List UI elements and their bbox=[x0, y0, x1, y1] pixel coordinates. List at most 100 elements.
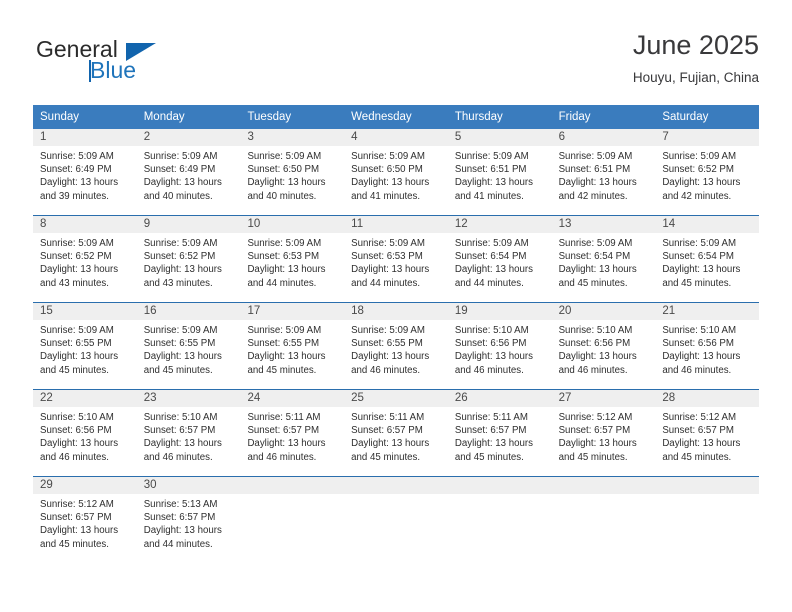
daylight-text-line1: Daylight: 13 hours bbox=[662, 438, 741, 450]
daylight-text-line2: and 45 minutes. bbox=[662, 277, 732, 289]
day-details: Sunrise: 5:09 AM Sunset: 6:55 PM Dayligh… bbox=[240, 320, 344, 377]
day-number: 19 bbox=[447, 303, 552, 320]
sunset-text: Sunset: 6:57 PM bbox=[143, 512, 216, 524]
day-cell[interactable]: 17 Sunrise: 5:09 AM Sunset: 6:55 PM Dayl… bbox=[240, 303, 345, 389]
day-cell[interactable]: 23 Sunrise: 5:10 AM Sunset: 6:57 PM Dayl… bbox=[136, 390, 241, 476]
day-cell[interactable]: 11 Sunrise: 5:09 AM Sunset: 6:53 PM Dayl… bbox=[344, 216, 448, 302]
day-cell[interactable]: 30 Sunrise: 5:13 AM Sunset: 6:57 PM Dayl… bbox=[136, 477, 241, 557]
daylight-text-line2: and 41 minutes. bbox=[454, 190, 524, 202]
day-cell[interactable]: 21 Sunrise: 5:10 AM Sunset: 6:56 PM Dayl… bbox=[655, 303, 760, 389]
sunset-text: Sunset: 6:57 PM bbox=[247, 425, 320, 437]
weekday-header-friday: Friday bbox=[558, 111, 591, 123]
sunset-text: Sunset: 6:52 PM bbox=[662, 164, 734, 176]
daylight-text-line1: Daylight: 13 hours bbox=[40, 177, 119, 189]
day-details: Sunrise: 5:12 AM Sunset: 6:57 PM Dayligh… bbox=[655, 407, 759, 464]
sunrise-text: Sunrise: 5:09 AM bbox=[351, 325, 425, 336]
day-cell[interactable]: 2 Sunrise: 5:09 AM Sunset: 6:49 PM Dayli… bbox=[136, 129, 241, 215]
sunrise-text: Sunrise: 5:09 AM bbox=[558, 238, 633, 249]
general-blue-logo[interactable]: General Blue bbox=[33, 36, 243, 92]
day-cell[interactable]: 27 Sunrise: 5:12 AM Sunset: 6:57 PM Dayl… bbox=[551, 390, 656, 476]
day-cell[interactable]: 7 Sunrise: 5:09 AM Sunset: 6:52 PM Dayli… bbox=[655, 129, 760, 215]
day-cell[interactable]: 9 Sunrise: 5:09 AM Sunset: 6:52 PM Dayli… bbox=[136, 216, 241, 302]
sunset-text: Sunset: 6:51 PM bbox=[558, 164, 631, 176]
day-details: Sunrise: 5:10 AM Sunset: 6:57 PM Dayligh… bbox=[137, 407, 241, 464]
daylight-text-line2: and 45 minutes. bbox=[143, 364, 213, 376]
day-cell[interactable]: 20 Sunrise: 5:10 AM Sunset: 6:56 PM Dayl… bbox=[551, 303, 656, 389]
day-cell[interactable]: 16 Sunrise: 5:09 AM Sunset: 6:55 PM Dayl… bbox=[136, 303, 241, 389]
day-cell[interactable]: 25 Sunrise: 5:11 AM Sunset: 6:57 PM Dayl… bbox=[344, 390, 448, 476]
day-details: Sunrise: 5:11 AM Sunset: 6:57 PM Dayligh… bbox=[240, 407, 344, 464]
daylight-text-line1: Daylight: 13 hours bbox=[662, 264, 741, 276]
day-cell[interactable]: 19 Sunrise: 5:10 AM Sunset: 6:56 PM Dayl… bbox=[447, 303, 552, 389]
sunset-text: Sunset: 6:54 PM bbox=[662, 251, 734, 263]
day-cell[interactable]: 4 Sunrise: 5:09 AM Sunset: 6:50 PM Dayli… bbox=[344, 129, 448, 215]
day-number: 25 bbox=[344, 390, 448, 407]
weekday-header-wednesday: Wednesday bbox=[351, 111, 412, 123]
day-cell[interactable]: 10 Sunrise: 5:09 AM Sunset: 6:53 PM Dayl… bbox=[240, 216, 345, 302]
sunrise-text: Sunrise: 5:09 AM bbox=[247, 151, 322, 162]
sunset-text: Sunset: 6:54 PM bbox=[454, 251, 527, 263]
daylight-text-line2: and 45 minutes. bbox=[454, 451, 524, 463]
sunset-text: Sunset: 6:50 PM bbox=[247, 164, 320, 176]
daylight-text-line1: Daylight: 13 hours bbox=[40, 264, 119, 276]
weekday-header-row: Sunday Monday Tuesday Wednesday Thursday… bbox=[33, 105, 759, 129]
sunrise-text: Sunrise: 5:09 AM bbox=[247, 238, 322, 249]
sunrise-text: Sunrise: 5:11 AM bbox=[351, 412, 425, 423]
day-cell[interactable]: 5 Sunrise: 5:09 AM Sunset: 6:51 PM Dayli… bbox=[447, 129, 552, 215]
week-row: 22 Sunrise: 5:10 AM Sunset: 6:56 PM Dayl… bbox=[33, 389, 760, 476]
daylight-text-line1: Daylight: 13 hours bbox=[558, 264, 637, 276]
daylight-text-line1: Daylight: 13 hours bbox=[143, 351, 222, 363]
day-cell[interactable]: 28 Sunrise: 5:12 AM Sunset: 6:57 PM Dayl… bbox=[655, 390, 760, 476]
weekday-header-monday: Monday bbox=[143, 111, 185, 123]
sunrise-text: Sunrise: 5:10 AM bbox=[454, 325, 529, 336]
day-cell[interactable]: 1 Sunrise: 5:09 AM Sunset: 6:49 PM Dayli… bbox=[33, 129, 137, 215]
day-cell[interactable]: 18 Sunrise: 5:09 AM Sunset: 6:55 PM Dayl… bbox=[344, 303, 448, 389]
day-number: 15 bbox=[33, 303, 137, 320]
day-number: 17 bbox=[240, 303, 345, 320]
day-details: Sunrise: 5:12 AM Sunset: 6:57 PM Dayligh… bbox=[33, 494, 137, 551]
day-cell[interactable]: 13 Sunrise: 5:09 AM Sunset: 6:54 PM Dayl… bbox=[551, 216, 656, 302]
daylight-text-line2: and 46 minutes. bbox=[454, 364, 524, 376]
day-cell[interactable]: 6 Sunrise: 5:09 AM Sunset: 6:51 PM Dayli… bbox=[551, 129, 656, 215]
weekday-header-saturday: Saturday bbox=[662, 111, 709, 123]
sunset-text: Sunset: 6:57 PM bbox=[143, 425, 216, 437]
day-cell[interactable]: 14 Sunrise: 5:09 AM Sunset: 6:54 PM Dayl… bbox=[655, 216, 760, 302]
day-number bbox=[551, 477, 656, 494]
day-cell[interactable]: 15 Sunrise: 5:09 AM Sunset: 6:55 PM Dayl… bbox=[33, 303, 137, 389]
day-cell[interactable]: 8 Sunrise: 5:09 AM Sunset: 6:52 PM Dayli… bbox=[33, 216, 137, 302]
day-number: 18 bbox=[344, 303, 448, 320]
day-cell[interactable]: 26 Sunrise: 5:11 AM Sunset: 6:57 PM Dayl… bbox=[447, 390, 552, 476]
sunset-text: Sunset: 6:52 PM bbox=[40, 251, 112, 263]
day-cell[interactable]: 12 Sunrise: 5:09 AM Sunset: 6:54 PM Dayl… bbox=[447, 216, 552, 302]
daylight-text-line1: Daylight: 13 hours bbox=[40, 351, 119, 363]
day-details: Sunrise: 5:13 AM Sunset: 6:57 PM Dayligh… bbox=[137, 494, 241, 551]
day-number: 14 bbox=[655, 216, 760, 233]
daylight-text-line2: and 45 minutes. bbox=[558, 277, 628, 289]
day-number: 1 bbox=[33, 129, 137, 146]
page-title: June 2025 bbox=[632, 30, 759, 60]
day-cell[interactable]: 29 Sunrise: 5:12 AM Sunset: 6:57 PM Dayl… bbox=[33, 477, 137, 557]
sunrise-text: Sunrise: 5:10 AM bbox=[662, 325, 737, 336]
sunrise-text: Sunrise: 5:13 AM bbox=[143, 499, 218, 510]
day-number: 9 bbox=[136, 216, 241, 233]
day-details: Sunrise: 5:09 AM Sunset: 6:50 PM Dayligh… bbox=[240, 146, 344, 203]
sunset-text: Sunset: 6:55 PM bbox=[40, 338, 112, 350]
day-details: Sunrise: 5:10 AM Sunset: 6:56 PM Dayligh… bbox=[448, 320, 552, 377]
day-number: 4 bbox=[344, 129, 448, 146]
day-details: Sunrise: 5:11 AM Sunset: 6:57 PM Dayligh… bbox=[344, 407, 448, 464]
day-cell[interactable]: 3 Sunrise: 5:09 AM Sunset: 6:50 PM Dayli… bbox=[240, 129, 345, 215]
daylight-text-line2: and 40 minutes. bbox=[247, 190, 317, 202]
page-header: General Blue June 2025 Houyu, Fujian, Ch… bbox=[33, 28, 759, 98]
day-cell[interactable]: 24 Sunrise: 5:11 AM Sunset: 6:57 PM Dayl… bbox=[240, 390, 345, 476]
day-cell[interactable]: 22 Sunrise: 5:10 AM Sunset: 6:56 PM Dayl… bbox=[33, 390, 137, 476]
page-subtitle: Houyu, Fujian, China bbox=[632, 70, 759, 85]
sunset-text: Sunset: 6:57 PM bbox=[40, 512, 112, 524]
sunrise-text: Sunrise: 5:09 AM bbox=[558, 151, 633, 162]
sunrise-text: Sunrise: 5:09 AM bbox=[247, 325, 322, 336]
daylight-text-line1: Daylight: 13 hours bbox=[40, 525, 119, 537]
sunset-text: Sunset: 6:56 PM bbox=[454, 338, 527, 350]
daylight-text-line2: and 46 minutes. bbox=[558, 364, 628, 376]
day-number: 10 bbox=[240, 216, 345, 233]
daylight-text-line1: Daylight: 13 hours bbox=[454, 351, 533, 363]
daylight-text-line2: and 45 minutes. bbox=[40, 538, 109, 550]
